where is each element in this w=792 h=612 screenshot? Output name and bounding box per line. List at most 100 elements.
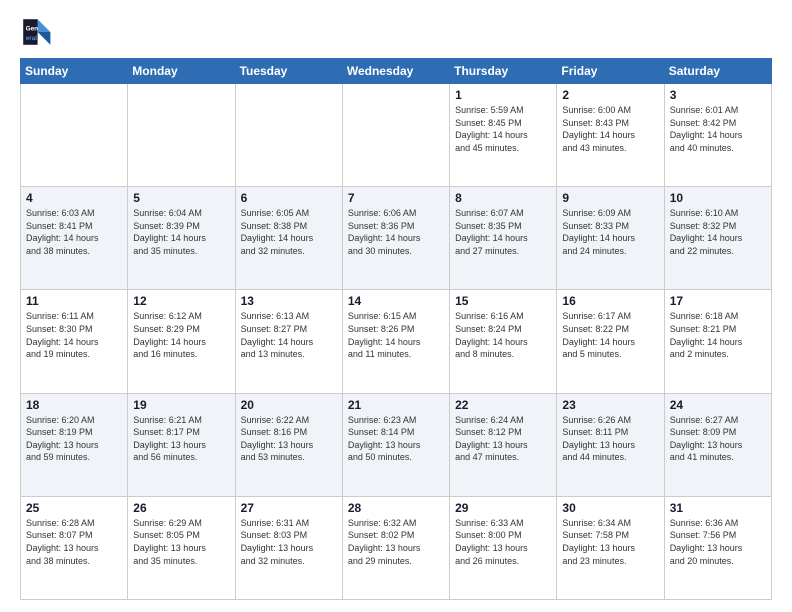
day-number: 19 [133,398,229,412]
day-info: Sunrise: 6:21 AM Sunset: 8:17 PM Dayligh… [133,414,229,464]
day-info: Sunrise: 6:12 AM Sunset: 8:29 PM Dayligh… [133,310,229,360]
calendar-week-row: 1Sunrise: 5:59 AM Sunset: 8:45 PM Daylig… [21,84,772,187]
calendar-cell: 1Sunrise: 5:59 AM Sunset: 8:45 PM Daylig… [450,84,557,187]
day-info: Sunrise: 6:22 AM Sunset: 8:16 PM Dayligh… [241,414,337,464]
calendar-cell: 12 Sunrise: 6:12 AM Sunset: 8:29 PM Dayli… [128,290,235,393]
day-number: 13 [241,294,337,308]
day-number: 1 [455,88,551,102]
calendar-cell: 18 Sunrise: 6:20 AM Sunset: 8:19 PM Dayli… [21,393,128,496]
calendar-cell: 10 Sunrise: 6:10 AM Sunset: 8:32 PM Dayli… [664,187,771,290]
calendar-cell: 2 Sunrise: 6:00 AM Sunset: 8:43 PM Daylig… [557,84,664,187]
day-number: 16 [562,294,658,308]
calendar-week-row: 11Sunrise: 6:11 AM Sunset: 8:30 PM Dayli… [21,290,772,393]
day-number: 4 [26,191,122,205]
day-info: Sunrise: 6:18 AM Sunset: 8:21 PM Dayligh… [670,310,766,360]
day-info: Sunrise: 6:03 AM Sunset: 8:41 PM Dayligh… [26,207,122,257]
day-number: 27 [241,501,337,515]
day-number: 21 [348,398,444,412]
calendar-cell: 13Sunrise: 6:13 AM Sunset: 8:27 PM Dayli… [235,290,342,393]
day-info: Sunrise: 6:32 AM Sunset: 8:02 PM Dayligh… [348,517,444,567]
day-number: 14 [348,294,444,308]
calendar-cell [235,84,342,187]
calendar-cell: 14 Sunrise: 6:15 AM Sunset: 8:26 PM Dayli… [342,290,449,393]
calendar-cell: 7Sunrise: 6:06 AM Sunset: 8:36 PM Daylig… [342,187,449,290]
weekday-header: Thursday [450,59,557,84]
day-number: 28 [348,501,444,515]
calendar-cell: 31 Sunrise: 6:36 AM Sunset: 7:56 PM Dayli… [664,496,771,599]
day-info: Sunrise: 6:23 AM Sunset: 8:14 PM Dayligh… [348,414,444,464]
day-info: Sunrise: 6:33 AM Sunset: 8:00 PM Dayligh… [455,517,551,567]
calendar-cell: 22Sunrise: 6:24 AM Sunset: 8:12 PM Dayli… [450,393,557,496]
calendar-cell: 11Sunrise: 6:11 AM Sunset: 8:30 PM Dayli… [21,290,128,393]
day-number: 26 [133,501,229,515]
day-number: 3 [670,88,766,102]
day-info: Sunrise: 6:26 AM Sunset: 8:11 PM Dayligh… [562,414,658,464]
weekday-header: Saturday [664,59,771,84]
day-info: Sunrise: 6:05 AM Sunset: 8:38 PM Dayligh… [241,207,337,257]
calendar-cell: 24Sunrise: 6:27 AM Sunset: 8:09 PM Dayli… [664,393,771,496]
day-info: Sunrise: 6:34 AM Sunset: 7:58 PM Dayligh… [562,517,658,567]
svg-text:eral: eral [26,35,38,42]
day-info: Sunrise: 6:28 AM Sunset: 8:07 PM Dayligh… [26,517,122,567]
day-number: 2 [562,88,658,102]
day-info: Sunrise: 6:04 AM Sunset: 8:39 PM Dayligh… [133,207,229,257]
calendar-cell: 6Sunrise: 6:05 AM Sunset: 8:38 PM Daylig… [235,187,342,290]
day-info: Sunrise: 6:27 AM Sunset: 8:09 PM Dayligh… [670,414,766,464]
weekday-header: Monday [128,59,235,84]
day-info: Sunrise: 6:15 AM Sunset: 8:26 PM Dayligh… [348,310,444,360]
day-number: 5 [133,191,229,205]
calendar-cell [128,84,235,187]
day-number: 15 [455,294,551,308]
header: Gen eral [20,16,772,48]
calendar-week-row: 25 Sunrise: 6:28 AM Sunset: 8:07 PM Dayli… [21,496,772,599]
logo: Gen eral [20,16,56,48]
day-number: 23 [562,398,658,412]
day-info: Sunrise: 6:06 AM Sunset: 8:36 PM Dayligh… [348,207,444,257]
day-info: Sunrise: 6:20 AM Sunset: 8:19 PM Dayligh… [26,414,122,464]
calendar-cell: 3Sunrise: 6:01 AM Sunset: 8:42 PM Daylig… [664,84,771,187]
logo-icon: Gen eral [20,16,52,48]
day-number: 10 [670,191,766,205]
day-number: 22 [455,398,551,412]
calendar-cell: 16 Sunrise: 6:17 AM Sunset: 8:22 PM Dayli… [557,290,664,393]
page: Gen eral SundayMondayTuesdayWednesdayThu… [0,0,792,612]
calendar-cell [342,84,449,187]
day-number: 29 [455,501,551,515]
calendar-cell: 21 Sunrise: 6:23 AM Sunset: 8:14 PM Dayli… [342,393,449,496]
calendar-table: SundayMondayTuesdayWednesdayThursdayFrid… [20,58,772,600]
svg-text:Gen: Gen [26,25,39,32]
day-number: 31 [670,501,766,515]
weekday-header: Wednesday [342,59,449,84]
calendar-cell: 9Sunrise: 6:09 AM Sunset: 8:33 PM Daylig… [557,187,664,290]
day-number: 20 [241,398,337,412]
calendar-cell: 15 Sunrise: 6:16 AM Sunset: 8:24 PM Dayli… [450,290,557,393]
day-info: Sunrise: 6:16 AM Sunset: 8:24 PM Dayligh… [455,310,551,360]
day-number: 17 [670,294,766,308]
calendar-cell: 17 Sunrise: 6:18 AM Sunset: 8:21 PM Dayli… [664,290,771,393]
day-info: Sunrise: 6:29 AM Sunset: 8:05 PM Dayligh… [133,517,229,567]
calendar-cell: 28 Sunrise: 6:32 AM Sunset: 8:02 PM Dayli… [342,496,449,599]
calendar-cell: 29 Sunrise: 6:33 AM Sunset: 8:00 PM Dayli… [450,496,557,599]
calendar-header-row: SundayMondayTuesdayWednesdayThursdayFrid… [21,59,772,84]
day-info: Sunrise: 6:00 AM Sunset: 8:43 PM Dayligh… [562,104,658,154]
day-number: 8 [455,191,551,205]
calendar-cell: 4 Sunrise: 6:03 AM Sunset: 8:41 PM Daylig… [21,187,128,290]
day-info: Sunrise: 6:17 AM Sunset: 8:22 PM Dayligh… [562,310,658,360]
day-info: Sunrise: 6:11 AM Sunset: 8:30 PM Dayligh… [26,310,122,360]
day-info: Sunrise: 6:31 AM Sunset: 8:03 PM Dayligh… [241,517,337,567]
calendar-cell [21,84,128,187]
day-info: Sunrise: 6:09 AM Sunset: 8:33 PM Dayligh… [562,207,658,257]
calendar-cell: 19 Sunrise: 6:21 AM Sunset: 8:17 PM Dayli… [128,393,235,496]
calendar-week-row: 18 Sunrise: 6:20 AM Sunset: 8:19 PM Dayli… [21,393,772,496]
day-info: Sunrise: 6:10 AM Sunset: 8:32 PM Dayligh… [670,207,766,257]
day-info: Sunrise: 6:36 AM Sunset: 7:56 PM Dayligh… [670,517,766,567]
calendar-cell: 20 Sunrise: 6:22 AM Sunset: 8:16 PM Dayli… [235,393,342,496]
calendar-cell: 26 Sunrise: 6:29 AM Sunset: 8:05 PM Dayli… [128,496,235,599]
day-info: Sunrise: 6:07 AM Sunset: 8:35 PM Dayligh… [455,207,551,257]
day-number: 25 [26,501,122,515]
calendar-cell: 30Sunrise: 6:34 AM Sunset: 7:58 PM Dayli… [557,496,664,599]
calendar-cell: 23 Sunrise: 6:26 AM Sunset: 8:11 PM Dayli… [557,393,664,496]
day-number: 18 [26,398,122,412]
calendar-week-row: 4 Sunrise: 6:03 AM Sunset: 8:41 PM Daylig… [21,187,772,290]
day-number: 12 [133,294,229,308]
